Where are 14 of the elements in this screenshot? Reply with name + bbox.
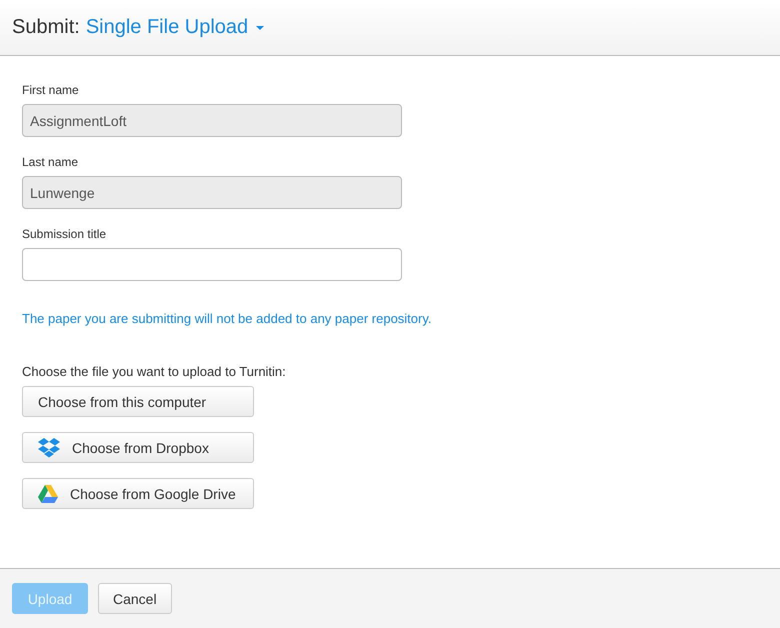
file-prompt: Choose the file you want to upload to Turnitin: <box>22 364 287 379</box>
source-button[interactable]: Choose from Dropbox <box>22 432 254 463</box>
source-button[interactable]: Choose from this computer <box>22 386 254 417</box>
field-label: First name <box>22 83 80 97</box>
field-label: Last name <box>22 155 80 169</box>
drive-icon <box>38 484 58 502</box>
caret-icon <box>256 26 264 30</box>
dropbox-icon <box>38 438 60 458</box>
page-title: Submit: <box>12 16 80 39</box>
notice-text: The paper you are submitting will not be added to any paper repository. <box>22 311 432 326</box>
cancel-button[interactable]: Cancel <box>98 583 172 614</box>
field-label: Submission title <box>22 227 108 241</box>
input-field[interactable] <box>22 248 402 281</box>
source-button[interactable]: Choose from Google Drive <box>22 478 254 509</box>
